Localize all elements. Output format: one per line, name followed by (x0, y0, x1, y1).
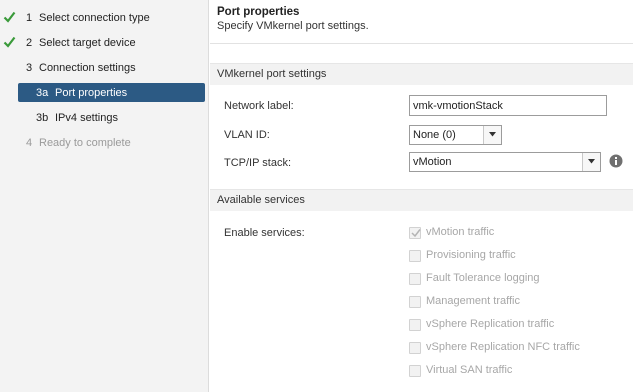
checkbox (409, 250, 421, 262)
tcpip-stack-select[interactable]: vMotion (409, 152, 601, 172)
step-number: 3a (36, 86, 49, 99)
chevron-down-icon[interactable] (582, 153, 600, 171)
service-label: vSphere Replication NFC traffic (426, 341, 580, 353)
step-number: 4 (26, 137, 33, 149)
step-port-properties[interactable]: 3a Port properties (18, 83, 205, 102)
step-label: Select connection type (39, 12, 150, 24)
step-number: 1 (26, 12, 33, 24)
vlan-id-select[interactable]: None (0) (409, 125, 502, 145)
checkbox (409, 273, 421, 285)
tcpip-stack-value: vMotion (413, 156, 452, 168)
service-label: Virtual SAN traffic (426, 364, 513, 376)
network-label-input[interactable] (409, 95, 607, 116)
step-number: 2 (26, 37, 33, 49)
checkmark-icon (411, 229, 421, 238)
section-heading: VMkernel port settings (217, 68, 327, 80)
checkbox (409, 227, 421, 239)
info-icon[interactable] (609, 154, 623, 168)
page-subtitle: Specify VMkernel port settings. (217, 20, 369, 32)
checkbox (409, 342, 421, 354)
service-label: vSphere Replication traffic (426, 318, 555, 330)
service-label: Fault Tolerance logging (426, 272, 540, 284)
wizard-sidebar: 1 Select connection type 2 Select target… (0, 0, 209, 392)
section-heading: Available services (217, 194, 305, 206)
step-connection-settings[interactable]: 3 Connection settings (0, 58, 209, 78)
checkmark-icon (3, 36, 16, 48)
vmkernel-section-header: VMkernel port settings (210, 63, 633, 85)
enable-services-label: Enable services: (224, 227, 305, 239)
step-number: 3b (36, 112, 49, 124)
step-select-connection-type[interactable]: 1 Select connection type (0, 8, 209, 28)
main-panel: Port properties Specify VMkernel port se… (210, 0, 633, 392)
service-label: vMotion traffic (426, 226, 495, 238)
services-section-header: Available services (210, 189, 633, 211)
vlan-id-value: None (0) (413, 129, 456, 141)
step-label: Select target device (39, 37, 136, 49)
step-label: IPv4 settings (55, 112, 118, 124)
vlan-id-label: VLAN ID: (224, 129, 270, 141)
page-header: Port properties Specify VMkernel port se… (217, 6, 369, 32)
page-title: Port properties (217, 6, 300, 18)
tcpip-stack-label: TCP/IP stack: (224, 157, 292, 169)
network-label-label: Network label: (224, 100, 294, 112)
chevron-down-icon[interactable] (483, 126, 501, 144)
step-select-target-device[interactable]: 2 Select target device (0, 33, 209, 53)
step-ipv4-settings[interactable]: 3b IPv4 settings (0, 108, 209, 128)
service-label: Management traffic (426, 295, 520, 307)
step-label: Ready to complete (39, 137, 131, 149)
step-label: Port properties (55, 86, 128, 99)
step-ready-to-complete: 4 Ready to complete (0, 133, 209, 153)
service-label: Provisioning traffic (426, 249, 516, 261)
checkbox (409, 365, 421, 377)
step-number: 3 (26, 62, 33, 74)
header-divider (210, 43, 633, 44)
checkmark-icon (3, 11, 16, 23)
checkbox (409, 296, 421, 308)
step-label: Connection settings (39, 62, 136, 74)
checkbox (409, 319, 421, 331)
